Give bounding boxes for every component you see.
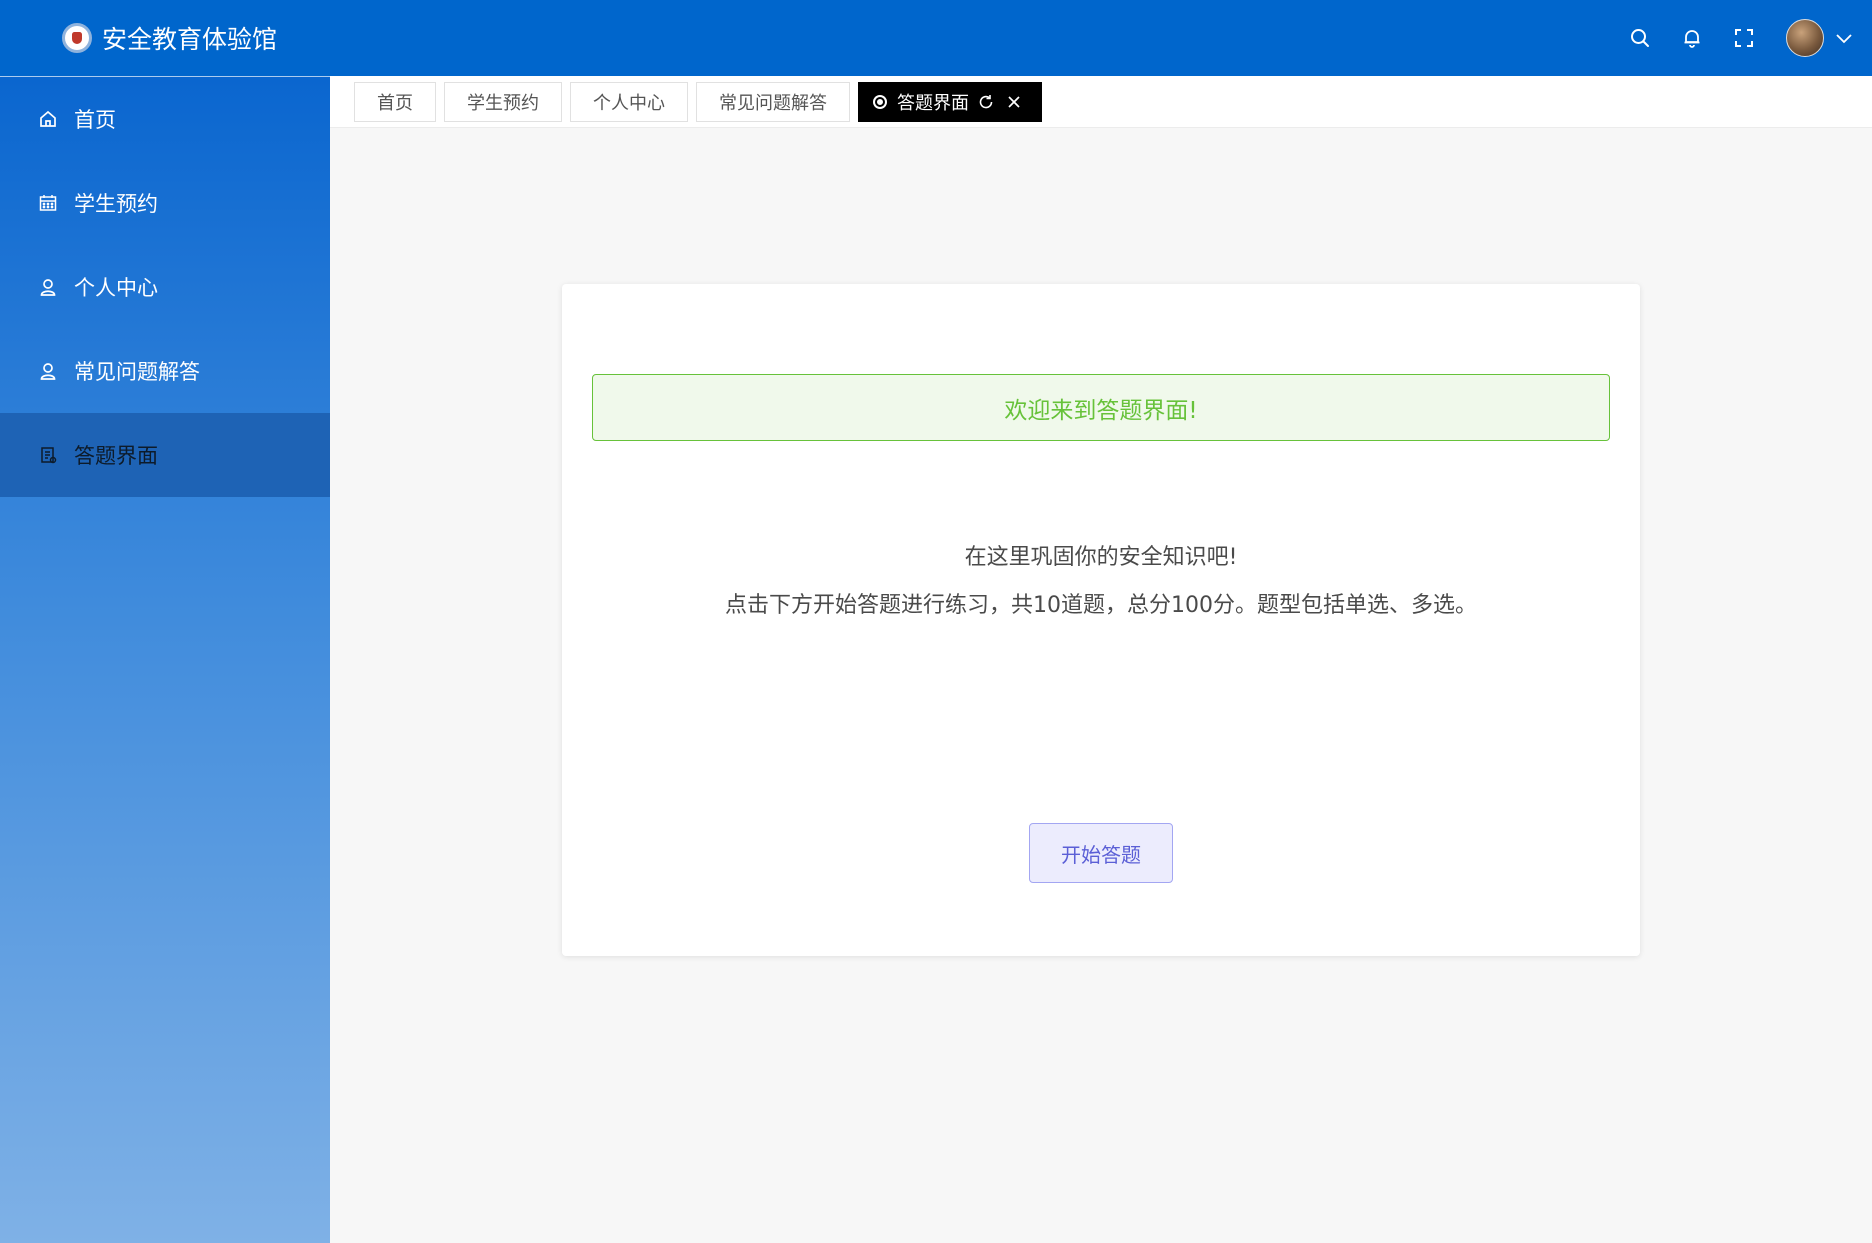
header-actions <box>1614 0 1872 76</box>
sidebar-item-label: 首页 <box>74 108 116 132</box>
logo-icon <box>62 23 92 53</box>
search-icon[interactable] <box>1614 0 1666 76</box>
app-title: 安全教育体验馆 <box>102 25 278 54</box>
avatar[interactable] <box>1786 19 1824 57</box>
start-quiz-button[interactable]: 开始答题 <box>1029 823 1173 883</box>
top-bar: 安全教育体验馆 <box>0 0 1872 76</box>
tab-student-booking[interactable]: 学生预约 <box>444 81 562 122</box>
tab-home[interactable]: 首页 <box>354 81 436 122</box>
quiz-description: 在这里巩固你的安全知识吧! 点击下方开始答题进行练习，共10道题，总分100分。… <box>562 534 1640 630</box>
description-line-2: 点击下方开始答题进行练习，共10道题，总分100分。题型包括单选、多选。 <box>725 593 1477 618</box>
active-dot-icon <box>875 96 885 107</box>
sidebar: 首页 学生预约 个人中心 常见问题解答 答题界面 <box>0 76 330 1243</box>
sidebar-item-student-booking[interactable]: 学生预约 <box>0 161 330 245</box>
chevron-down-icon[interactable] <box>1824 0 1864 76</box>
sidebar-item-quiz[interactable]: 答题界面 <box>0 413 330 497</box>
tab-quiz[interactable]: 答题界面 <box>858 81 1042 122</box>
tabs-bar: 首页 学生预约 个人中心 常见问题解答 答题界面 <box>330 76 1872 128</box>
user-icon <box>38 361 58 381</box>
sidebar-item-label: 答题界面 <box>74 444 158 468</box>
brand[interactable]: 安全教育体验馆 <box>62 20 277 56</box>
home-icon <box>38 109 58 129</box>
user-icon <box>38 277 58 297</box>
calendar-icon <box>38 193 58 213</box>
tab-label: 答题界面 <box>897 92 969 114</box>
sidebar-item-personal-center[interactable]: 个人中心 <box>0 245 330 329</box>
welcome-alert: 欢迎来到答题界面! <box>592 374 1610 441</box>
tab-faq[interactable]: 常见问题解答 <box>696 81 850 122</box>
tab-label: 学生预约 <box>467 92 539 114</box>
sidebar-item-label: 学生预约 <box>74 192 158 216</box>
close-icon[interactable] <box>1003 91 1025 113</box>
tab-label: 常见问题解答 <box>719 92 827 114</box>
document-icon <box>38 445 58 465</box>
tab-personal-center[interactable]: 个人中心 <box>570 81 688 122</box>
refresh-icon[interactable] <box>975 91 997 113</box>
quiz-card: 欢迎来到答题界面! 在这里巩固你的安全知识吧! 点击下方开始答题进行练习，共10… <box>562 284 1640 956</box>
bell-icon[interactable] <box>1666 0 1718 76</box>
sidebar-item-faq[interactable]: 常见问题解答 <box>0 329 330 413</box>
fullscreen-icon[interactable] <box>1718 0 1770 76</box>
description-line-1: 在这里巩固你的安全知识吧! <box>964 545 1238 570</box>
sidebar-item-home[interactable]: 首页 <box>0 77 330 161</box>
sidebar-item-label: 常见问题解答 <box>74 360 200 384</box>
tab-label: 首页 <box>377 92 413 114</box>
sidebar-item-label: 个人中心 <box>74 276 158 300</box>
tab-label: 个人中心 <box>593 92 665 114</box>
